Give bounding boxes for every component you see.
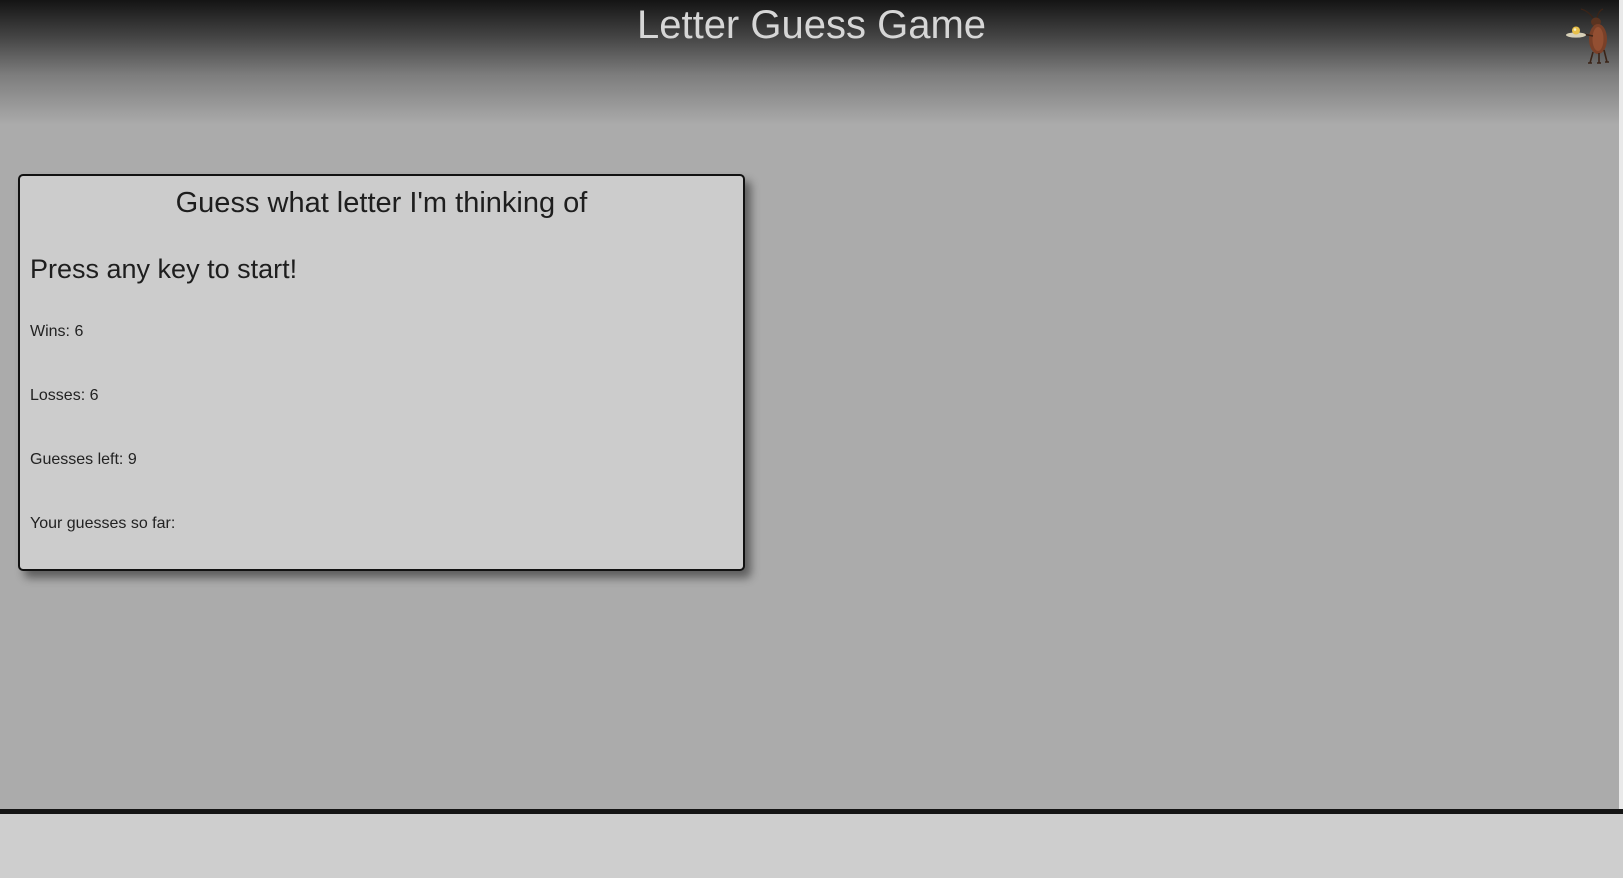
- guesses-left-stat: Guesses left: 9: [30, 450, 137, 470]
- guesses-so-far-label: Your guesses so far:: [30, 515, 176, 532]
- page-footer: [0, 814, 1623, 878]
- page-title: Letter Guess Game: [636, 3, 987, 47]
- page-right-edge: [1619, 0, 1623, 878]
- wins-label: Wins:: [30, 323, 70, 340]
- wins-stat: Wins: 6: [30, 322, 83, 342]
- losses-label: Losses:: [30, 387, 86, 404]
- guesses-left-value: 9: [127, 451, 137, 468]
- game-title: Guess what letter I'm thinking of: [175, 187, 588, 219]
- wins-value: 6: [74, 323, 84, 340]
- page-header: Letter Guess Game: [0, 0, 1623, 125]
- guesses-so-far-stat: Your guesses so far:: [30, 514, 175, 534]
- game-card: Guess what letter I'm thinking of Press …: [18, 174, 745, 571]
- losses-stat: Losses: 6: [30, 386, 99, 406]
- losses-value: 6: [89, 387, 99, 404]
- guesses-left-label: Guesses left:: [30, 451, 124, 468]
- cockroach-waiter-icon: [1566, 8, 1609, 64]
- start-prompt: Press any key to start!: [30, 254, 298, 284]
